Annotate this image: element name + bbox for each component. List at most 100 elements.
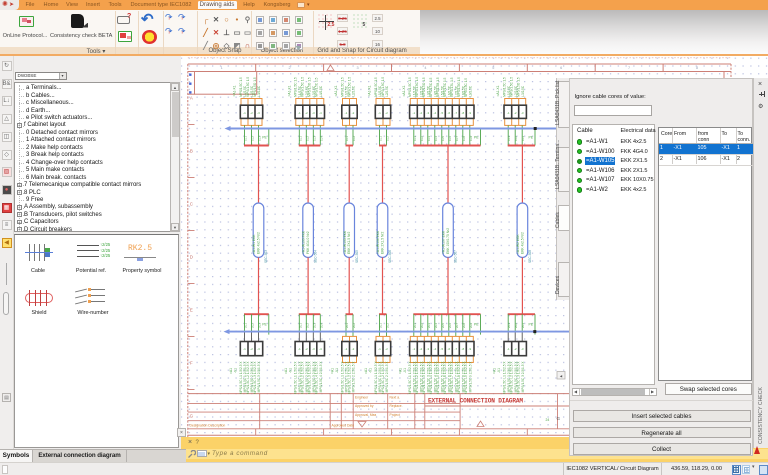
svg-text:2L1: 2L1 <box>243 323 247 328</box>
svg-text:-2: -2 <box>304 111 307 115</box>
svg-text:-4: -4 <box>318 111 321 115</box>
svg-text:2L1: 2L1 <box>345 323 349 328</box>
svg-text:SEC-504: SEC-504 <box>313 250 317 263</box>
svg-text:E: E <box>189 308 192 313</box>
svg-text:2L2: 2L2 <box>385 323 389 328</box>
svg-text:MPS/1.5C 3 2.5/1.5 X: MPS/1.5C 3 2.5/1.5 X <box>520 361 524 393</box>
svg-text:-1: -1 <box>378 111 381 115</box>
svg-text:5: 5 <box>492 66 494 70</box>
svg-text:1L3: 1L3 <box>312 136 316 141</box>
svg-text:SEC-503: SEC-503 <box>264 250 268 263</box>
svg-text:MPS/1.5C 2 2.5/1.5 X: MPS/1.5C 2 2.5/1.5 X <box>351 361 355 393</box>
svg-text:=A1-X1: =A1-X1 <box>367 85 371 96</box>
svg-text:MPS/1.5C 9 2.5/1.5 X: MPS/1.5C 9 2.5/1.5 X <box>468 361 472 393</box>
svg-text:-3: -3 <box>426 347 429 351</box>
svg-text:Project: Project <box>389 413 399 417</box>
svg-text:-X1: -X1 <box>288 368 292 373</box>
svg-text:-X1: -X1 <box>233 368 237 373</box>
svg-text:-8: -8 <box>461 347 464 351</box>
svg-text:1L2: 1L2 <box>385 136 389 141</box>
svg-text:-1: -1 <box>297 347 300 351</box>
svg-text:L3/2.5C: L3/2.5C <box>257 85 261 97</box>
svg-text:=A1-W105 EKK: =A1-W105 EKK <box>342 230 346 254</box>
svg-text:-1: -1 <box>243 111 246 115</box>
svg-text:-1: -1 <box>378 347 381 351</box>
svg-text:Designation Description: Designation Description <box>189 423 225 427</box>
svg-text:-2: -2 <box>513 347 516 351</box>
svg-text:-1: -1 <box>344 111 347 115</box>
svg-text:-3: -3 <box>257 347 260 351</box>
svg-text:B: B <box>189 149 192 154</box>
svg-text:L2/2.5C: L2/2.5C <box>385 85 389 97</box>
svg-text:EKK 4x2.5 Nr2: EKK 4x2.5 Nr2 <box>520 232 524 254</box>
svg-text:=A1-X1: =A1-X1 <box>232 85 236 96</box>
svg-text:Engineer: Engineer <box>355 396 369 400</box>
svg-text:=A1: =A1 <box>492 368 496 374</box>
svg-text:1L2: 1L2 <box>514 136 518 141</box>
svg-text:D: D <box>189 255 192 260</box>
svg-text:=A1-X1: =A1-X1 <box>334 85 338 96</box>
svg-text:SEC-507: SEC-507 <box>453 250 457 263</box>
svg-text:=A1-W100 FKK: =A1-W100 FKK <box>301 230 305 254</box>
svg-text:MPS/1.5C 4 2.5/1.5 X: MPS/1.5C 4 2.5/1.5 X <box>318 361 322 393</box>
svg-text:-2: -2 <box>513 111 516 115</box>
svg-text:-1: -1 <box>297 111 300 115</box>
svg-text:8: 8 <box>695 66 697 70</box>
svg-text:Replace.: Replace. <box>389 404 402 408</box>
svg-text:1L1: 1L1 <box>243 136 247 141</box>
svg-text:2L8: 2L8 <box>461 323 465 328</box>
svg-text:1L2: 1L2 <box>419 136 423 141</box>
svg-text:-4: -4 <box>433 111 436 115</box>
svg-text:L3/2.5C: L3/2.5C <box>520 85 524 97</box>
svg-text:1L6: 1L6 <box>447 136 451 141</box>
svg-text:2L3: 2L3 <box>312 323 316 328</box>
svg-text:2L3: 2L3 <box>521 323 525 328</box>
svg-text:Approval. Mea: Approval. Mea <box>355 413 376 417</box>
svg-text:L9/2.5C: L9/2.5C <box>468 85 472 97</box>
svg-text:2L2: 2L2 <box>419 323 423 328</box>
svg-text:-X1: -X1 <box>368 368 372 373</box>
svg-text:2L3: 2L3 <box>257 323 261 328</box>
svg-text:-2: -2 <box>419 111 422 115</box>
svg-text:-2: -2 <box>351 111 354 115</box>
svg-text:1L1: 1L1 <box>298 136 302 141</box>
svg-text:-3: -3 <box>426 111 429 115</box>
svg-text:-2: -2 <box>351 347 354 351</box>
svg-text:-9: -9 <box>468 111 471 115</box>
svg-text:G: G <box>189 414 193 419</box>
svg-text:PE: PE <box>528 136 533 140</box>
svg-text:1L9: 1L9 <box>468 136 472 141</box>
svg-text:F: F <box>189 361 192 366</box>
svg-text:1L1: 1L1 <box>378 136 382 141</box>
svg-text:-5: -5 <box>440 347 443 351</box>
svg-text:-X1: -X1 <box>335 368 339 373</box>
svg-text:7: 7 <box>628 66 630 70</box>
svg-text:-2: -2 <box>385 347 388 351</box>
svg-text:2L2: 2L2 <box>305 323 309 328</box>
svg-text:1L2: 1L2 <box>305 136 309 141</box>
svg-text:PE: PE <box>474 136 479 140</box>
svg-text:1L3: 1L3 <box>521 136 525 141</box>
svg-text:=A1: =A1 <box>229 368 233 374</box>
svg-text:Approved Date: Approved Date <box>331 423 354 427</box>
svg-text:-4: -4 <box>433 347 436 351</box>
svg-text:PE: PE <box>474 323 479 327</box>
svg-text:-1: -1 <box>344 347 347 351</box>
svg-text:=A1-X1: =A1-X1 <box>401 85 405 96</box>
svg-text:=A1-W107 EKK: =A1-W107 EKK <box>441 230 445 254</box>
svg-text:L4/2.5C: L4/2.5C <box>318 85 322 97</box>
svg-text:A: A <box>189 96 192 101</box>
svg-text:24: 24 <box>545 418 549 422</box>
svg-text:-1: -1 <box>243 347 246 351</box>
svg-text:2L1: 2L1 <box>298 323 302 328</box>
svg-text:=A1-X1: =A1-X1 <box>496 85 500 96</box>
svg-text:-4: -4 <box>318 347 321 351</box>
svg-text:SEC-506: SEC-506 <box>388 250 392 263</box>
svg-text:2L1: 2L1 <box>507 323 511 328</box>
svg-text:1L4: 1L4 <box>319 136 323 141</box>
svg-text:1L5: 1L5 <box>440 136 444 141</box>
svg-text:3: 3 <box>356 66 358 70</box>
svg-text:4: 4 <box>424 66 426 70</box>
svg-text:1L3: 1L3 <box>257 136 261 141</box>
svg-text:EKK 2X1.5 Nr2: EKK 2X1.5 Nr2 <box>380 231 384 254</box>
